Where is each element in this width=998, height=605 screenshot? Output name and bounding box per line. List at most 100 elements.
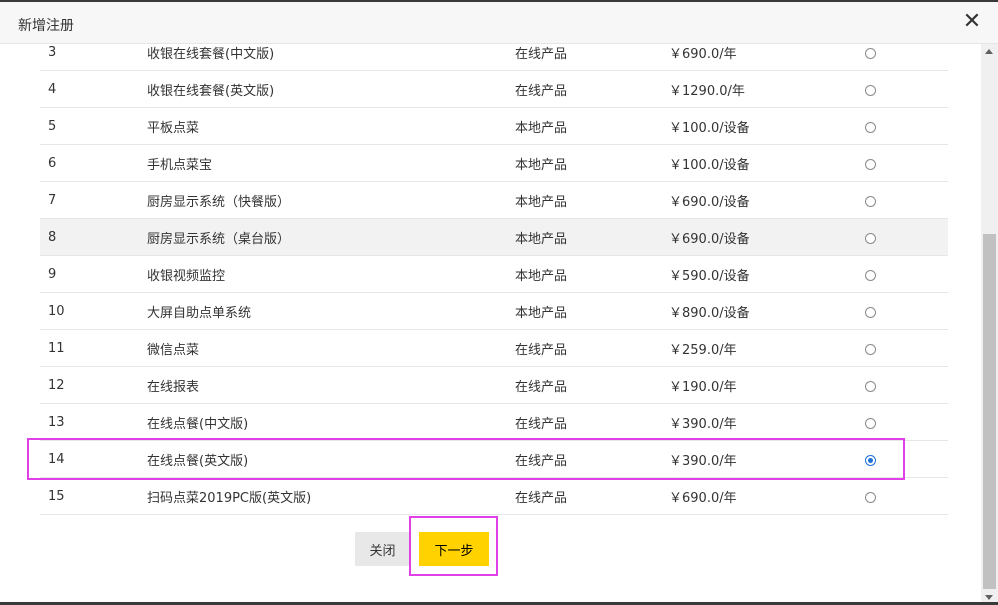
product-name: 收银在线套餐(中文版) xyxy=(147,44,515,71)
row-number: 6 xyxy=(40,144,147,182)
select-cell xyxy=(865,403,948,441)
product-price: ￥590.0/设备 xyxy=(669,255,865,293)
product-radio[interactable] xyxy=(865,232,876,244)
table-row[interactable]: 10 大屏自助点单系统 本地产品 ￥890.0/设备 xyxy=(40,292,948,330)
product-type: 本地产品 xyxy=(515,107,669,145)
product-name: 收银在线套餐(英文版) xyxy=(147,70,515,108)
product-type: 在线产品 xyxy=(515,440,669,478)
product-name: 大屏自助点单系统 xyxy=(147,292,515,330)
product-price: ￥690.0/设备 xyxy=(669,218,865,256)
product-type: 本地产品 xyxy=(515,292,669,330)
product-type: 本地产品 xyxy=(515,144,669,182)
select-cell xyxy=(865,255,948,293)
vertical-scrollbar[interactable] xyxy=(981,44,998,605)
product-price: ￥890.0/设备 xyxy=(669,292,865,330)
close-button[interactable]: 关闭 xyxy=(355,532,410,566)
table-row[interactable]: 11 微信点菜 在线产品 ￥259.0/年 xyxy=(40,329,948,367)
product-name: 在线报表 xyxy=(147,366,515,404)
row-number: 14 xyxy=(40,440,147,478)
product-name: 平板点菜 xyxy=(147,107,515,145)
product-name: 手机点菜宝 xyxy=(147,144,515,182)
product-price: ￥390.0/年 xyxy=(669,440,865,478)
table-row[interactable]: 14 在线点餐(英文版) 在线产品 ￥390.0/年 xyxy=(40,440,948,478)
table-row[interactable]: 3 收银在线套餐(中文版) 在线产品 ￥690.0/年 xyxy=(40,44,948,71)
row-number: 13 xyxy=(40,403,147,441)
row-number: 10 xyxy=(40,292,147,330)
product-price: ￥100.0/设备 xyxy=(669,107,865,145)
product-radio[interactable] xyxy=(865,121,876,133)
table-row[interactable]: 7 厨房显示系统（快餐版） 本地产品 ￥690.0/设备 xyxy=(40,181,948,219)
product-radio[interactable] xyxy=(865,491,876,503)
product-list-container: 3 收银在线套餐(中文版) 在线产品 ￥690.0/年 4 收银在线套餐(英文版) 在线产品… xyxy=(0,44,981,605)
close-icon[interactable]: ✕ xyxy=(960,10,984,34)
select-cell xyxy=(865,70,948,108)
product-name: 微信点菜 xyxy=(147,329,515,367)
row-number: 12 xyxy=(40,366,147,404)
product-price: ￥690.0/年 xyxy=(669,477,865,515)
product-name: 在线点餐(英文版) xyxy=(147,440,515,478)
table-row[interactable]: 4 收银在线套餐(英文版) 在线产品 ￥1290.0/年 xyxy=(40,70,948,108)
select-cell xyxy=(865,292,948,330)
select-cell xyxy=(865,144,948,182)
product-name: 厨房显示系统（桌台版） xyxy=(147,218,515,256)
product-type: 在线产品 xyxy=(515,44,669,71)
select-cell xyxy=(865,366,948,404)
select-cell xyxy=(865,329,948,367)
product-type: 在线产品 xyxy=(515,366,669,404)
product-name: 在线点餐(中文版) xyxy=(147,403,515,441)
select-cell xyxy=(865,218,948,256)
product-type: 在线产品 xyxy=(515,403,669,441)
table-row[interactable]: 12 在线报表 在线产品 ￥190.0/年 xyxy=(40,366,948,404)
select-cell xyxy=(865,181,948,219)
row-number: 3 xyxy=(40,44,147,71)
product-type: 在线产品 xyxy=(515,70,669,108)
select-cell xyxy=(865,477,948,515)
product-radio[interactable] xyxy=(865,195,876,207)
product-price: ￥1290.0/年 xyxy=(669,70,865,108)
product-name: 收银视频监控 xyxy=(147,255,515,293)
product-type: 本地产品 xyxy=(515,218,669,256)
product-radio[interactable] xyxy=(865,47,876,59)
product-type: 在线产品 xyxy=(515,329,669,367)
scrollbar-thumb[interactable] xyxy=(983,234,996,589)
table-row[interactable]: 5 平板点菜 本地产品 ￥100.0/设备 xyxy=(40,107,948,145)
product-radio[interactable] xyxy=(865,84,876,96)
product-table: 3 收银在线套餐(中文版) 在线产品 ￥690.0/年 4 收银在线套餐(英文版) 在线产品… xyxy=(40,44,948,515)
product-price: ￥190.0/年 xyxy=(669,366,865,404)
scroll-up-arrow-icon[interactable] xyxy=(981,44,998,58)
product-radio[interactable] xyxy=(865,306,876,318)
product-price: ￥690.0/设备 xyxy=(669,181,865,219)
next-step-button[interactable]: 下一步 xyxy=(419,532,489,566)
product-name: 厨房显示系统（快餐版） xyxy=(147,181,515,219)
product-price: ￥690.0/年 xyxy=(669,44,865,71)
table-row[interactable]: 13 在线点餐(中文版) 在线产品 ￥390.0/年 xyxy=(40,403,948,441)
row-number: 11 xyxy=(40,329,147,367)
product-radio[interactable] xyxy=(865,269,876,281)
product-price: ￥100.0/设备 xyxy=(669,144,865,182)
product-radio[interactable] xyxy=(865,454,876,466)
table-row[interactable]: 9 收银视频监控 本地产品 ￥590.0/设备 xyxy=(40,255,948,293)
product-radio[interactable] xyxy=(865,417,876,429)
product-radio[interactable] xyxy=(865,158,876,170)
dialog-header: 新增注册 ✕ xyxy=(0,2,998,44)
product-radio[interactable] xyxy=(865,343,876,355)
row-number: 9 xyxy=(40,255,147,293)
table-row[interactable]: 6 手机点菜宝 本地产品 ￥100.0/设备 xyxy=(40,144,948,182)
select-cell xyxy=(865,440,948,478)
dialog-title: 新增注册 xyxy=(18,18,74,34)
product-type: 本地产品 xyxy=(515,181,669,219)
select-cell xyxy=(865,107,948,145)
row-number: 15 xyxy=(40,477,147,515)
product-type: 在线产品 xyxy=(515,477,669,515)
row-number: 7 xyxy=(40,181,147,219)
select-cell xyxy=(865,44,948,71)
row-number: 4 xyxy=(40,70,147,108)
product-price: ￥390.0/年 xyxy=(669,403,865,441)
product-type: 本地产品 xyxy=(515,255,669,293)
table-row[interactable]: 8 厨房显示系统（桌台版） 本地产品 ￥690.0/设备 xyxy=(40,218,948,256)
product-price: ￥259.0/年 xyxy=(669,329,865,367)
row-number: 5 xyxy=(40,107,147,145)
table-row[interactable]: 15 扫码点菜2019PC版(英文版) 在线产品 ￥690.0/年 xyxy=(40,477,948,515)
product-radio[interactable] xyxy=(865,380,876,392)
product-name: 扫码点菜2019PC版(英文版) xyxy=(147,477,515,515)
